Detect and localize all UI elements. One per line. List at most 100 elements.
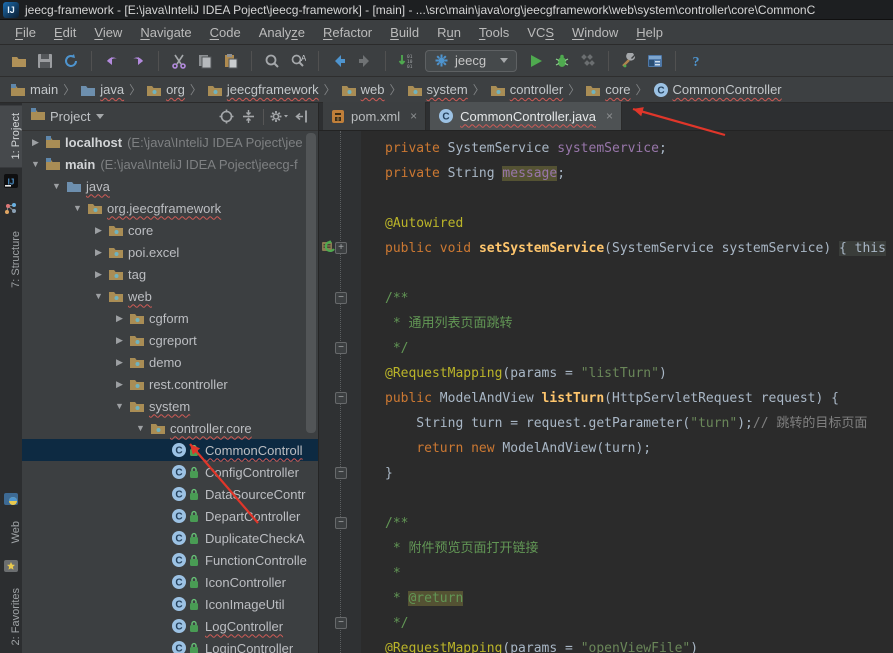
hide-panel-button[interactable]	[290, 106, 312, 128]
fold-collapse-icon[interactable]: −	[335, 342, 347, 354]
tree-row-commoncontroll[interactable]: CCommonControll	[22, 439, 318, 461]
structure-icon[interactable]	[3, 201, 19, 217]
menu-refactor[interactable]: Refactor	[314, 20, 381, 45]
menu-file[interactable]: File	[6, 20, 45, 45]
tree-expand-icon[interactable]: ▶	[110, 335, 129, 346]
locate-button[interactable]	[215, 106, 237, 128]
help-button[interactable]: ?	[683, 48, 709, 74]
web-icon[interactable]	[3, 491, 19, 507]
tree-row-logincontroller[interactable]: CLoginController	[22, 637, 318, 653]
tree-row-system[interactable]: ▼system	[22, 395, 318, 417]
close-icon[interactable]: ×	[606, 109, 613, 123]
project-scrollbar[interactable]	[306, 133, 316, 433]
column-sort-button[interactable]: 011001	[393, 48, 419, 74]
editor-body[interactable]: +−−−−−− private SystemService systemServ…	[319, 131, 893, 653]
chevron-down-icon[interactable]	[96, 114, 104, 119]
debug-button[interactable]	[549, 48, 575, 74]
tree-expand-icon[interactable]: ▶	[110, 313, 129, 324]
tree-row-departcontroller[interactable]: CDepartController	[22, 505, 318, 527]
replace-button[interactable]: A	[285, 48, 311, 74]
fold-collapse-icon[interactable]: −	[335, 467, 347, 479]
menu-help[interactable]: Help	[627, 20, 672, 45]
tree-expand-icon[interactable]: ▼	[68, 203, 87, 213]
breadcrumb-commoncontroller[interactable]: CCommonController	[653, 82, 782, 98]
tree-row-tag[interactable]: ▶tag	[22, 263, 318, 285]
undo-button[interactable]	[99, 48, 125, 74]
code-view[interactable]: private SystemService systemService;priv…	[361, 131, 893, 653]
copy-button[interactable]	[192, 48, 218, 74]
tree-row-demo[interactable]: ▶demo	[22, 351, 318, 373]
tool-window-button-structure[interactable]: 7: Structure	[0, 223, 22, 296]
tool-window-button-favorites[interactable]: 2: Favorites	[0, 580, 22, 653]
menu-vcs[interactable]: VCS	[518, 20, 563, 45]
run-button[interactable]	[523, 48, 549, 74]
paste-button[interactable]	[218, 48, 244, 74]
tree-row-iconimageutil[interactable]: CIconImageUtil	[22, 593, 318, 615]
tree-row-poi-excel[interactable]: ▶poi.excel	[22, 241, 318, 263]
forward-button[interactable]	[352, 48, 378, 74]
tree-row-logcontroller[interactable]: CLogController	[22, 615, 318, 637]
tree-row-cgreport[interactable]: ▶cgreport	[22, 329, 318, 351]
project-panel-title[interactable]: Project	[50, 109, 90, 124]
tool-window-button-web[interactable]: Web	[0, 513, 22, 551]
fold-collapse-icon[interactable]: −	[335, 617, 347, 629]
tree-expand-icon[interactable]: ▼	[89, 291, 108, 301]
sync-button[interactable]	[58, 48, 84, 74]
tree-row-duplicatechecka[interactable]: CDuplicateCheckA	[22, 527, 318, 549]
gear-dropdown-button[interactable]	[268, 106, 290, 128]
tab-pom-xml[interactable]: opom.xml×	[323, 102, 426, 130]
save-button[interactable]	[32, 48, 58, 74]
menu-tools[interactable]: Tools	[470, 20, 518, 45]
run-config-select[interactable]: jeecg	[425, 50, 517, 72]
tree-expand-icon[interactable]: ▶	[89, 225, 108, 236]
menu-analyze[interactable]: Analyze	[250, 20, 314, 45]
tool-window-button-project[interactable]: 1: Project	[0, 105, 22, 167]
tree-expand-icon[interactable]: ▼	[26, 159, 45, 169]
find-button[interactable]	[259, 48, 285, 74]
tree-expand-icon[interactable]: ▼	[131, 423, 150, 433]
tree-expand-icon[interactable]: ▼	[110, 401, 129, 411]
tree-expand-icon[interactable]: ▶	[26, 137, 45, 148]
fold-collapse-icon[interactable]: −	[335, 392, 347, 404]
tree-expand-icon[interactable]: ▶	[110, 357, 129, 368]
breadcrumb-main[interactable]: main	[10, 82, 58, 97]
tree-row-java[interactable]: ▼java	[22, 175, 318, 197]
tree-row-core[interactable]: ▶core	[22, 219, 318, 241]
breadcrumb-system[interactable]: system	[407, 82, 468, 97]
tree-row-datasourcecontr[interactable]: CDataSourceContr	[22, 483, 318, 505]
tree-row-cgform[interactable]: ▶cgform	[22, 307, 318, 329]
tree-expand-icon[interactable]: ▶	[110, 379, 129, 390]
tree-expand-icon[interactable]: ▶	[89, 269, 108, 280]
breadcrumb-jeecgframework[interactable]: jeecgframework	[207, 82, 319, 97]
back-button[interactable]	[326, 48, 352, 74]
breadcrumb-web[interactable]: web	[341, 82, 385, 97]
breadcrumb-java[interactable]: java	[80, 82, 124, 97]
menu-run[interactable]: Run	[428, 20, 470, 45]
menu-view[interactable]: View	[85, 20, 131, 45]
redo-button[interactable]	[125, 48, 151, 74]
project-views-icon[interactable]	[30, 107, 46, 126]
breadcrumb-core[interactable]: core	[585, 82, 630, 97]
project-structure-button[interactable]	[642, 48, 668, 74]
open-button[interactable]	[6, 48, 32, 74]
menu-edit[interactable]: Edit	[45, 20, 85, 45]
breadcrumb-controller[interactable]: controller	[490, 82, 563, 97]
collapse-all-button[interactable]	[237, 106, 259, 128]
intellij-logo-icon[interactable]: IJ	[3, 173, 19, 189]
settings-button[interactable]	[616, 48, 642, 74]
spring-bean-icon[interactable]	[321, 240, 337, 256]
tree-expand-icon[interactable]: ▼	[47, 181, 66, 191]
fold-collapse-icon[interactable]: −	[335, 517, 347, 529]
tree-row-org-jeecgframework[interactable]: ▼org.jeecgframework	[22, 197, 318, 219]
tree-row-configcontroller[interactable]: CConfigController	[22, 461, 318, 483]
breadcrumb-org[interactable]: org	[146, 82, 185, 97]
menu-navigate[interactable]: Navigate	[131, 20, 200, 45]
tree-row-web[interactable]: ▼web	[22, 285, 318, 307]
tree-row-main[interactable]: ▼main(E:\java\InteliJ IDEA Poject\jeecg-…	[22, 153, 318, 175]
tab-commoncontroller-java[interactable]: CCommonController.java×	[430, 102, 622, 130]
tree-row-controller-core[interactable]: ▼controller.core	[22, 417, 318, 439]
menu-code[interactable]: Code	[201, 20, 250, 45]
fold-collapse-icon[interactable]: −	[335, 292, 347, 304]
tree-row-iconcontroller[interactable]: CIconController	[22, 571, 318, 593]
tree-expand-icon[interactable]: ▶	[89, 247, 108, 258]
